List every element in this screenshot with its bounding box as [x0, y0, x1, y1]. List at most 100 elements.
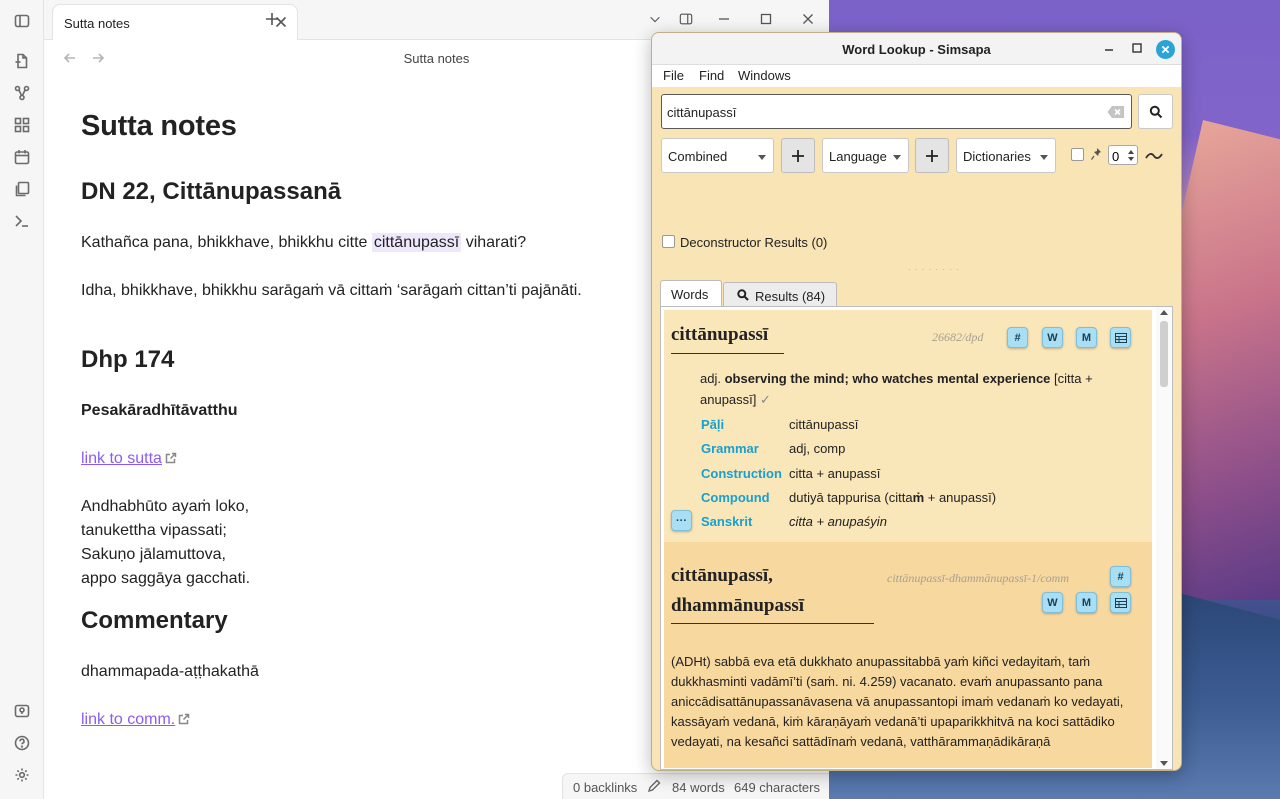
tab-words-label: Words — [671, 287, 709, 302]
clear-search-icon[interactable] — [1107, 105, 1125, 119]
search-input-value[interactable]: cittānupassī — [667, 105, 736, 120]
character-count: 649 characters — [734, 780, 820, 795]
spin-up-icon[interactable] — [1128, 150, 1134, 154]
canvas-icon[interactable] — [12, 115, 32, 135]
heading-story: Pesakāradhītāvatthu — [81, 402, 238, 419]
tab-results[interactable]: Results (84) — [723, 282, 837, 306]
w-button[interactable]: W — [1042, 327, 1063, 348]
tab-results-label: Results (84) — [755, 289, 826, 304]
pin-icon[interactable] — [1091, 147, 1103, 161]
lookup-minimize-icon[interactable] — [1103, 41, 1119, 57]
table-icon — [1114, 597, 1127, 608]
headword-underline — [671, 623, 874, 624]
menu-windows[interactable]: Windows — [738, 68, 791, 83]
more-options-button[interactable]: ··· — [671, 510, 692, 531]
graph-view-icon[interactable] — [12, 83, 32, 103]
results-count-spinbox[interactable]: 0 — [1108, 145, 1138, 165]
scroll-down-arrow-icon[interactable] — [1160, 761, 1168, 766]
splitter-handle[interactable]: · · · · · · · · — [908, 265, 960, 274]
sidebar-toggle-icon[interactable] — [12, 11, 32, 31]
new-tab-plus-icon[interactable] — [264, 11, 282, 29]
add-filter-button[interactable] — [781, 138, 815, 173]
menu-find[interactable]: Find — [699, 68, 724, 83]
close-window-icon[interactable] — [801, 12, 817, 28]
heading-commentary: Commentary — [81, 607, 228, 634]
entry-headword: cittānupassī — [671, 324, 769, 345]
p1-text-before: Kathañca pana, bhikkhave, bhikkhu citte — [81, 234, 372, 251]
fuzzy-tilde-icon[interactable] — [1145, 149, 1163, 161]
search-mode-value: Combined — [668, 149, 728, 164]
heading-dhp174: Dhp 174 — [81, 346, 175, 373]
scroll-thumb[interactable] — [1160, 321, 1168, 387]
headword-underline — [671, 353, 784, 354]
hash-button[interactable]: # — [1110, 566, 1131, 587]
search-input[interactable]: cittānupassī — [661, 94, 1132, 129]
definition-meaning: observing the mind; who watches mental e… — [724, 371, 1051, 386]
link-to-sutta[interactable]: link to sutta — [81, 447, 177, 472]
spin-down-icon[interactable] — [1128, 157, 1134, 161]
tab-title: Sutta notes — [64, 16, 130, 31]
grammar-key: Compound — [701, 490, 770, 505]
dictionaries-select[interactable]: Dictionaries — [956, 138, 1056, 173]
lookup-maximize-icon[interactable] — [1131, 41, 1147, 57]
chevron-down-icon — [893, 155, 901, 160]
tab-list-chevron-icon[interactable] — [648, 12, 664, 28]
grammar-value: cittānupassī — [789, 417, 859, 432]
plus-icon — [926, 149, 938, 162]
grammar-value: citta + anupaśyin — [789, 514, 887, 529]
status-bar: 0 backlinks 84 words 649 characters — [562, 773, 829, 799]
maximize-icon[interactable] — [759, 12, 775, 28]
edit-pencil-icon[interactable] — [647, 779, 661, 796]
help-icon[interactable] — [12, 733, 32, 753]
backlinks-count[interactable]: 0 backlinks — [573, 780, 637, 795]
templates-icon[interactable] — [12, 179, 32, 199]
vault-icon[interactable] — [12, 701, 32, 721]
dictionaries-select-value: Dictionaries — [963, 149, 1031, 164]
link-to-comm-text[interactable]: link to comm. — [81, 711, 175, 728]
deconstructor-checkbox[interactable] — [662, 235, 675, 248]
language-select[interactable]: Language — [822, 138, 909, 173]
open-file-icon[interactable] — [12, 51, 32, 71]
search-button[interactable] — [1138, 94, 1173, 129]
grammar-key: Grammar — [701, 441, 759, 456]
link-to-sutta-text[interactable]: link to sutta — [81, 450, 162, 467]
scroll-up-arrow-icon[interactable] — [1160, 310, 1168, 315]
filter-checkbox[interactable] — [1071, 148, 1084, 161]
grammar-key: Construction — [701, 466, 782, 481]
search-mode-select[interactable]: Combined — [661, 138, 774, 173]
tab-words[interactable]: Words — [660, 280, 722, 307]
table-icon — [1114, 332, 1127, 343]
table-icon-button[interactable] — [1110, 592, 1131, 613]
minimize-icon[interactable] — [717, 12, 733, 28]
table-icon-button[interactable] — [1110, 327, 1131, 348]
menu-file[interactable]: File — [663, 68, 684, 83]
left-ribbon — [0, 0, 44, 799]
highlighted-word[interactable]: cittānupassī — [371, 233, 462, 252]
terminal-icon[interactable] — [12, 211, 32, 231]
entry-id: cittānupassī-dhammānupassī-1/comm — [887, 571, 1069, 585]
verse-line-2: tanukettha vipassati; — [81, 522, 227, 539]
lookup-close-icon[interactable] — [1156, 40, 1175, 59]
lookup-titlebar[interactable]: Word Lookup - Simsapa — [652, 33, 1181, 65]
tab-sutta-notes[interactable]: Sutta notes — [52, 4, 298, 40]
right-sidebar-toggle-icon[interactable] — [679, 12, 695, 28]
dictionary-entry: cittānupassī 26682/dpd # W M adj. observ… — [664, 310, 1152, 542]
w-button[interactable]: W — [1042, 592, 1063, 613]
hash-button[interactable]: # — [1007, 327, 1028, 348]
chevron-down-icon — [758, 155, 766, 160]
add-language-button[interactable] — [915, 138, 949, 173]
definition-pos: adj. — [700, 371, 721, 386]
check-mark-icon: ✓ — [760, 392, 771, 407]
grammar-value: dutiyā tappurisa (cittaṁ + anupassī) — [789, 490, 996, 505]
link-to-comm[interactable]: link to comm. — [81, 708, 190, 733]
m-button[interactable]: M — [1076, 327, 1097, 348]
m-button[interactable]: M — [1076, 592, 1097, 613]
entry-definition: adj. observing the mind; who watches men… — [700, 368, 1120, 410]
results-scrollbar[interactable] — [1156, 307, 1172, 769]
calendar-icon[interactable] — [12, 147, 32, 167]
compound-text-after: + anupassī) — [924, 490, 997, 505]
deconstructor-label[interactable]: Deconstructor Results (0) — [680, 235, 827, 250]
grammar-key: Pāḷi — [701, 417, 725, 432]
paragraph-dn22-answer: Idha, bhikkhave, bhikkhu sarāgaṁ vā citt… — [81, 282, 582, 299]
settings-gear-icon[interactable] — [12, 765, 32, 785]
